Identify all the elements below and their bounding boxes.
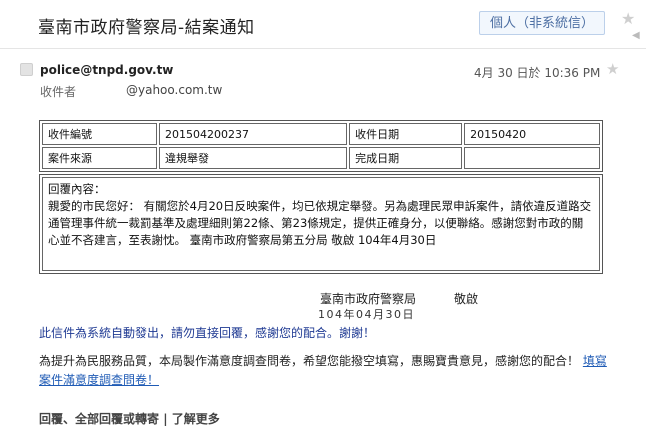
table-cell: 收件編號 xyxy=(42,123,157,145)
reply-forward-link[interactable]: 回覆、全部回覆或轉寄 xyxy=(39,412,159,426)
table-row: 收件編號 201504200237 收件日期 20150420 xyxy=(42,123,600,145)
actions-separator: | xyxy=(163,412,168,426)
case-info-table: 收件編號 201504200237 收件日期 20150420 案件來源 違規舉… xyxy=(39,120,603,172)
table-cell: 違規舉發 xyxy=(159,147,348,169)
message-date: 4月 30 日於 10:36 PM xyxy=(474,66,601,80)
reply-content-box: 回覆內容： 親愛的市民您好： 有關您於4月20日反映案件，均已依規定舉發。另為處… xyxy=(39,174,603,274)
table-cell xyxy=(464,147,600,169)
subject-bar: 臺南市政府警察局-結案通知 個人（非系統信） ★ ◀ xyxy=(0,0,646,49)
survey-notice: 為提升為民服務品質，本局製作滿意度調查問卷，希望您能撥空填寫，惠賜寶貴意見，感謝… xyxy=(39,352,609,390)
signature: 臺南市政府警察局 敬啟 xyxy=(320,290,478,307)
table-row: 案件來源 違規舉發 完成日期 xyxy=(42,147,600,169)
star-icon[interactable]: ★ xyxy=(621,9,635,28)
table-cell: 收件日期 xyxy=(349,123,463,145)
recipient-address: @yahoo.com.tw xyxy=(126,83,223,97)
auto-sent-notice: 此信件為系統自動發出，請勿直接回覆，感謝您的配合。謝謝！ xyxy=(39,326,376,340)
reply-content: 回覆內容： 親愛的市民您好： 有關您於4月20日反映案件，均已依規定舉發。另為處… xyxy=(42,177,600,271)
email-subject: 臺南市政府警察局-結案通知 xyxy=(38,18,255,38)
message-actions: 回覆、全部回覆或轉寄 | 了解更多 xyxy=(39,410,220,427)
sender-address[interactable]: police@tnpd.gov.tw xyxy=(40,63,173,77)
collapse-arrow-icon[interactable]: ◀ xyxy=(632,30,640,41)
signature-closing: 敬啟 xyxy=(454,292,479,306)
table-cell: 案件來源 xyxy=(42,147,157,169)
survey-text: 為提升為民服務品質，本局製作滿意度調查問卷，希望您能撥空填寫，惠賜寶貴意見，感謝… xyxy=(39,354,580,368)
signature-org: 臺南市政府警察局 xyxy=(320,292,417,306)
label-chip[interactable]: 個人（非系統信） xyxy=(479,11,605,35)
reply-body: 親愛的市民您好： 有關您於4月20日反映案件，均已依規定舉發。另為處理民眾申訴案… xyxy=(48,199,592,247)
table-cell: 完成日期 xyxy=(349,147,463,169)
table-cell: 20150420 xyxy=(464,123,600,145)
reply-title: 回覆內容： xyxy=(48,182,106,196)
learn-more-link[interactable]: 了解更多 xyxy=(172,412,220,426)
table-cell: 201504200237 xyxy=(159,123,348,145)
signature-date: 104年04月30日 xyxy=(318,308,415,321)
sender-avatar-icon xyxy=(20,63,33,76)
recipient-label: 收件者 xyxy=(40,85,77,99)
message-star-icon[interactable]: ★ xyxy=(606,60,619,78)
